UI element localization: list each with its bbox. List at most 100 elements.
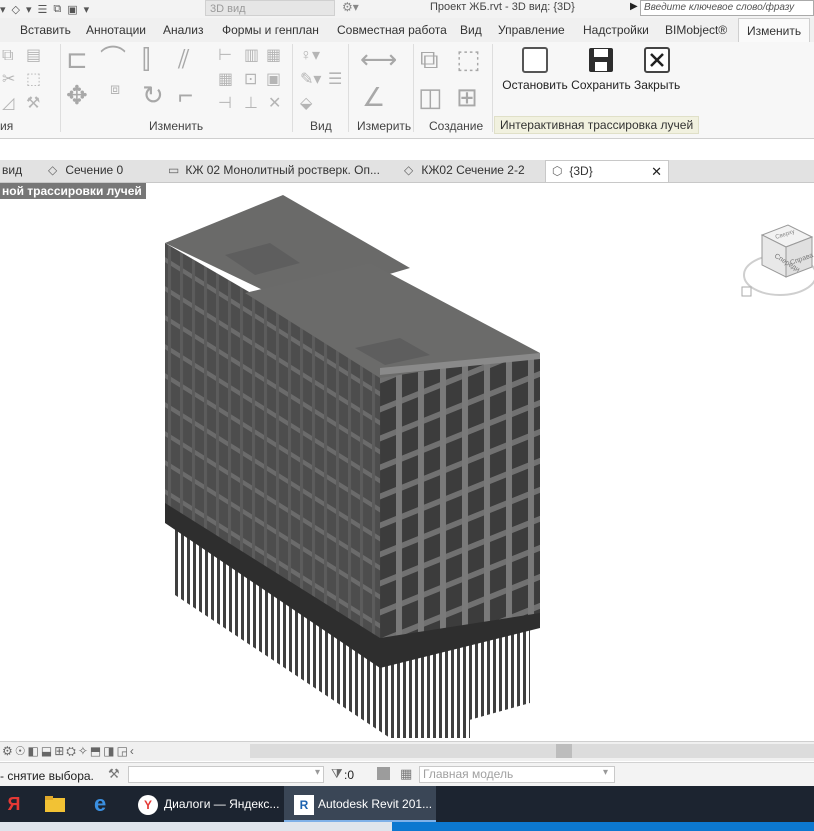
tab-massing-site[interactable]: Формы и генплан (222, 23, 319, 37)
match-icon[interactable]: ▣ (266, 72, 281, 88)
rotate-icon[interactable]: ↻ (142, 82, 164, 108)
create-similar-icon[interactable]: ⊞ (456, 84, 478, 110)
view-tab-label: {3D} (569, 164, 593, 178)
stop-button[interactable]: Остановить (502, 46, 568, 92)
taskbar-yandex-browser[interactable]: Y Диалоги — Яндекс... (134, 786, 286, 822)
panel-separator (492, 44, 493, 132)
unpin-icon[interactable]: ▦ (266, 48, 281, 64)
tab-manage[interactable]: Управление (498, 23, 565, 37)
design-options-icon[interactable] (377, 767, 390, 780)
tab-insert[interactable]: Вставить (20, 23, 71, 37)
cut-icon[interactable]: ✂ (2, 72, 15, 88)
create-parts-icon[interactable]: ⧉ (420, 46, 439, 72)
panel-separator (348, 44, 349, 132)
thin-lines-icon[interactable]: ☰ (38, 3, 48, 16)
create-group-icon[interactable]: ⬚ (456, 46, 481, 72)
panel-separator (413, 44, 414, 132)
close-tab-icon[interactable]: ✕ (651, 161, 662, 182)
edge-icon[interactable]: e (94, 786, 120, 822)
settings-icon[interactable]: ⚙▾ (342, 0, 359, 14)
paint-brush-icon[interactable]: ✎▾ (300, 72, 321, 88)
join-icon[interactable]: ⬚ (26, 72, 41, 88)
view-tab-section-2-2[interactable]: ◇ КЖ02 Сечение 2-2 (404, 160, 525, 182)
workset-combo[interactable]: ▾ (128, 766, 324, 783)
chevron-down-icon[interactable]: ▾ (603, 767, 608, 778)
view-tab-section-0[interactable]: ◇ Сечение 0 (48, 160, 123, 182)
tab-addins[interactable]: Надстройки (583, 23, 649, 37)
view-tab-3d[interactable]: ⬡ {3D} ✕ (545, 160, 669, 182)
tab-bimobject[interactable]: BIMobject® (665, 23, 727, 37)
wrench-icon[interactable]: ⚒ (26, 96, 40, 112)
align-icon[interactable]: ⊏ (66, 46, 88, 72)
view-tab-label: вид (2, 163, 23, 177)
trim-extend-icon[interactable]: ⌐ (178, 82, 193, 108)
building-facade-right (380, 353, 540, 653)
offset-icon[interactable]: ⌒ (100, 46, 126, 72)
mirror-axis-icon[interactable]: ⫿ (142, 46, 150, 72)
home-icon[interactable] (741, 286, 752, 297)
linework-icon[interactable]: ⬙ (300, 96, 312, 112)
create-assembly-icon[interactable]: ◫ (418, 84, 443, 110)
tab-annotate[interactable]: Аннотации (86, 23, 146, 37)
ribbon-panel: ⧉ ▤ ✂ ⬚ ◿ ⚒ ия ⊏ ⌒ ⫿ ⫽ ⊢ ▥ ▦ ✥ ⧈ ↻ ⌐ ▦ ⊡… (0, 42, 814, 139)
panel-label-create: Создание (429, 119, 484, 133)
geometry-icon[interactable]: ◿ (2, 96, 14, 112)
3d-viewport[interactable]: Спереди Справа Сверху (0, 183, 814, 741)
tab-view[interactable]: Вид (460, 23, 482, 37)
view-tab-partial[interactable]: вид (2, 160, 22, 182)
angle-dimension-icon[interactable]: ∠ (362, 84, 385, 110)
move-icon[interactable]: ✥ (66, 82, 88, 108)
tab-analyze[interactable]: Анализ (163, 23, 204, 37)
array-icon[interactable]: ▦ (218, 72, 233, 88)
split-gap-icon[interactable]: ⊣ (218, 96, 232, 112)
dropdown-arrow-icon[interactable]: ▾ (84, 3, 90, 16)
list-icon[interactable]: ☰ (328, 72, 342, 88)
search-input[interactable]: Введите ключевое слово/фразу (640, 0, 814, 16)
view-tab-bar: вид ◇ Сечение 0 ▭ КЖ 02 Монолитный роств… (0, 160, 814, 183)
filter-icon[interactable]: ⧩ (331, 766, 343, 782)
close-button[interactable]: Закрыть (634, 46, 680, 92)
view-combo[interactable]: 3D вид (205, 0, 335, 16)
close-hidden-icon[interactable]: ⧉ (53, 3, 61, 16)
panel-label-view: Вид (310, 119, 332, 133)
expand-arrow-icon[interactable]: ▶ (630, 1, 638, 12)
workset-icon[interactable]: ⚒ (108, 766, 120, 782)
status-text: - снятие выбора. (0, 769, 94, 783)
view-tab-label: Сечение 0 (65, 163, 124, 177)
split-icon[interactable]: ⊢ (218, 48, 232, 64)
view-tab-label: КЖ 02 Монолитный ростверк. Оп... (185, 163, 380, 177)
dropdown-arrow-icon[interactable]: ▾ (26, 3, 32, 16)
panel-separator (292, 44, 293, 132)
measure-distance-icon[interactable]: ⟷ (360, 46, 397, 72)
tag-icon[interactable]: ◇ (12, 3, 20, 16)
3d-view-icon: ⬡ (552, 164, 563, 178)
pin-icon[interactable]: ▥ (244, 48, 259, 64)
editable-only-icon[interactable]: ▦ (400, 766, 412, 782)
model-combo[interactable]: Главная модель (419, 766, 615, 783)
viewcube[interactable]: Спереди Справа Сверху (736, 217, 814, 303)
file-explorer-icon[interactable] (44, 786, 70, 822)
tab-modify[interactable]: Изменить (738, 18, 810, 42)
scrollbar-thumb[interactable] (556, 744, 572, 758)
taskbar-revit[interactable]: R Autodesk Revit 201... (284, 786, 436, 822)
view-tab-sheet-kzh02[interactable]: ▭ КЖ 02 Монолитный ростверк. Оп... (168, 160, 380, 182)
section-icon: ◇ (404, 163, 414, 177)
copy-element-icon[interactable]: ⧈ (110, 82, 120, 98)
tab-collaborate[interactable]: Совместная работа (337, 23, 447, 37)
scale-icon[interactable]: ⊡ (244, 72, 257, 88)
light-bulb-icon[interactable]: ♀▾ (300, 48, 320, 64)
trim-single-icon[interactable]: ⊥ (244, 96, 258, 112)
bottom-strip (0, 822, 814, 831)
view-controls-icons[interactable]: ⚙☉◧⬓⊞⛭✧⬒◨◲‹ (2, 744, 136, 759)
save-button[interactable]: Сохранить (570, 46, 632, 92)
mirror-draw-icon[interactable]: ⫽ (178, 46, 190, 72)
horizontal-scrollbar[interactable] (250, 744, 814, 758)
stop-icon (522, 47, 548, 73)
paste-icon[interactable]: ▤ (26, 48, 41, 64)
delete-icon[interactable]: ✕ (268, 96, 281, 112)
switch-windows-icon[interactable]: ▣ (67, 3, 77, 16)
yandex-icon[interactable]: Я (0, 786, 28, 822)
dropdown-arrow-icon[interactable]: ▾ (0, 3, 6, 16)
copy-icon[interactable]: ⧉ (2, 48, 13, 64)
render-mode-label: ной трассировки лучей (0, 183, 146, 199)
